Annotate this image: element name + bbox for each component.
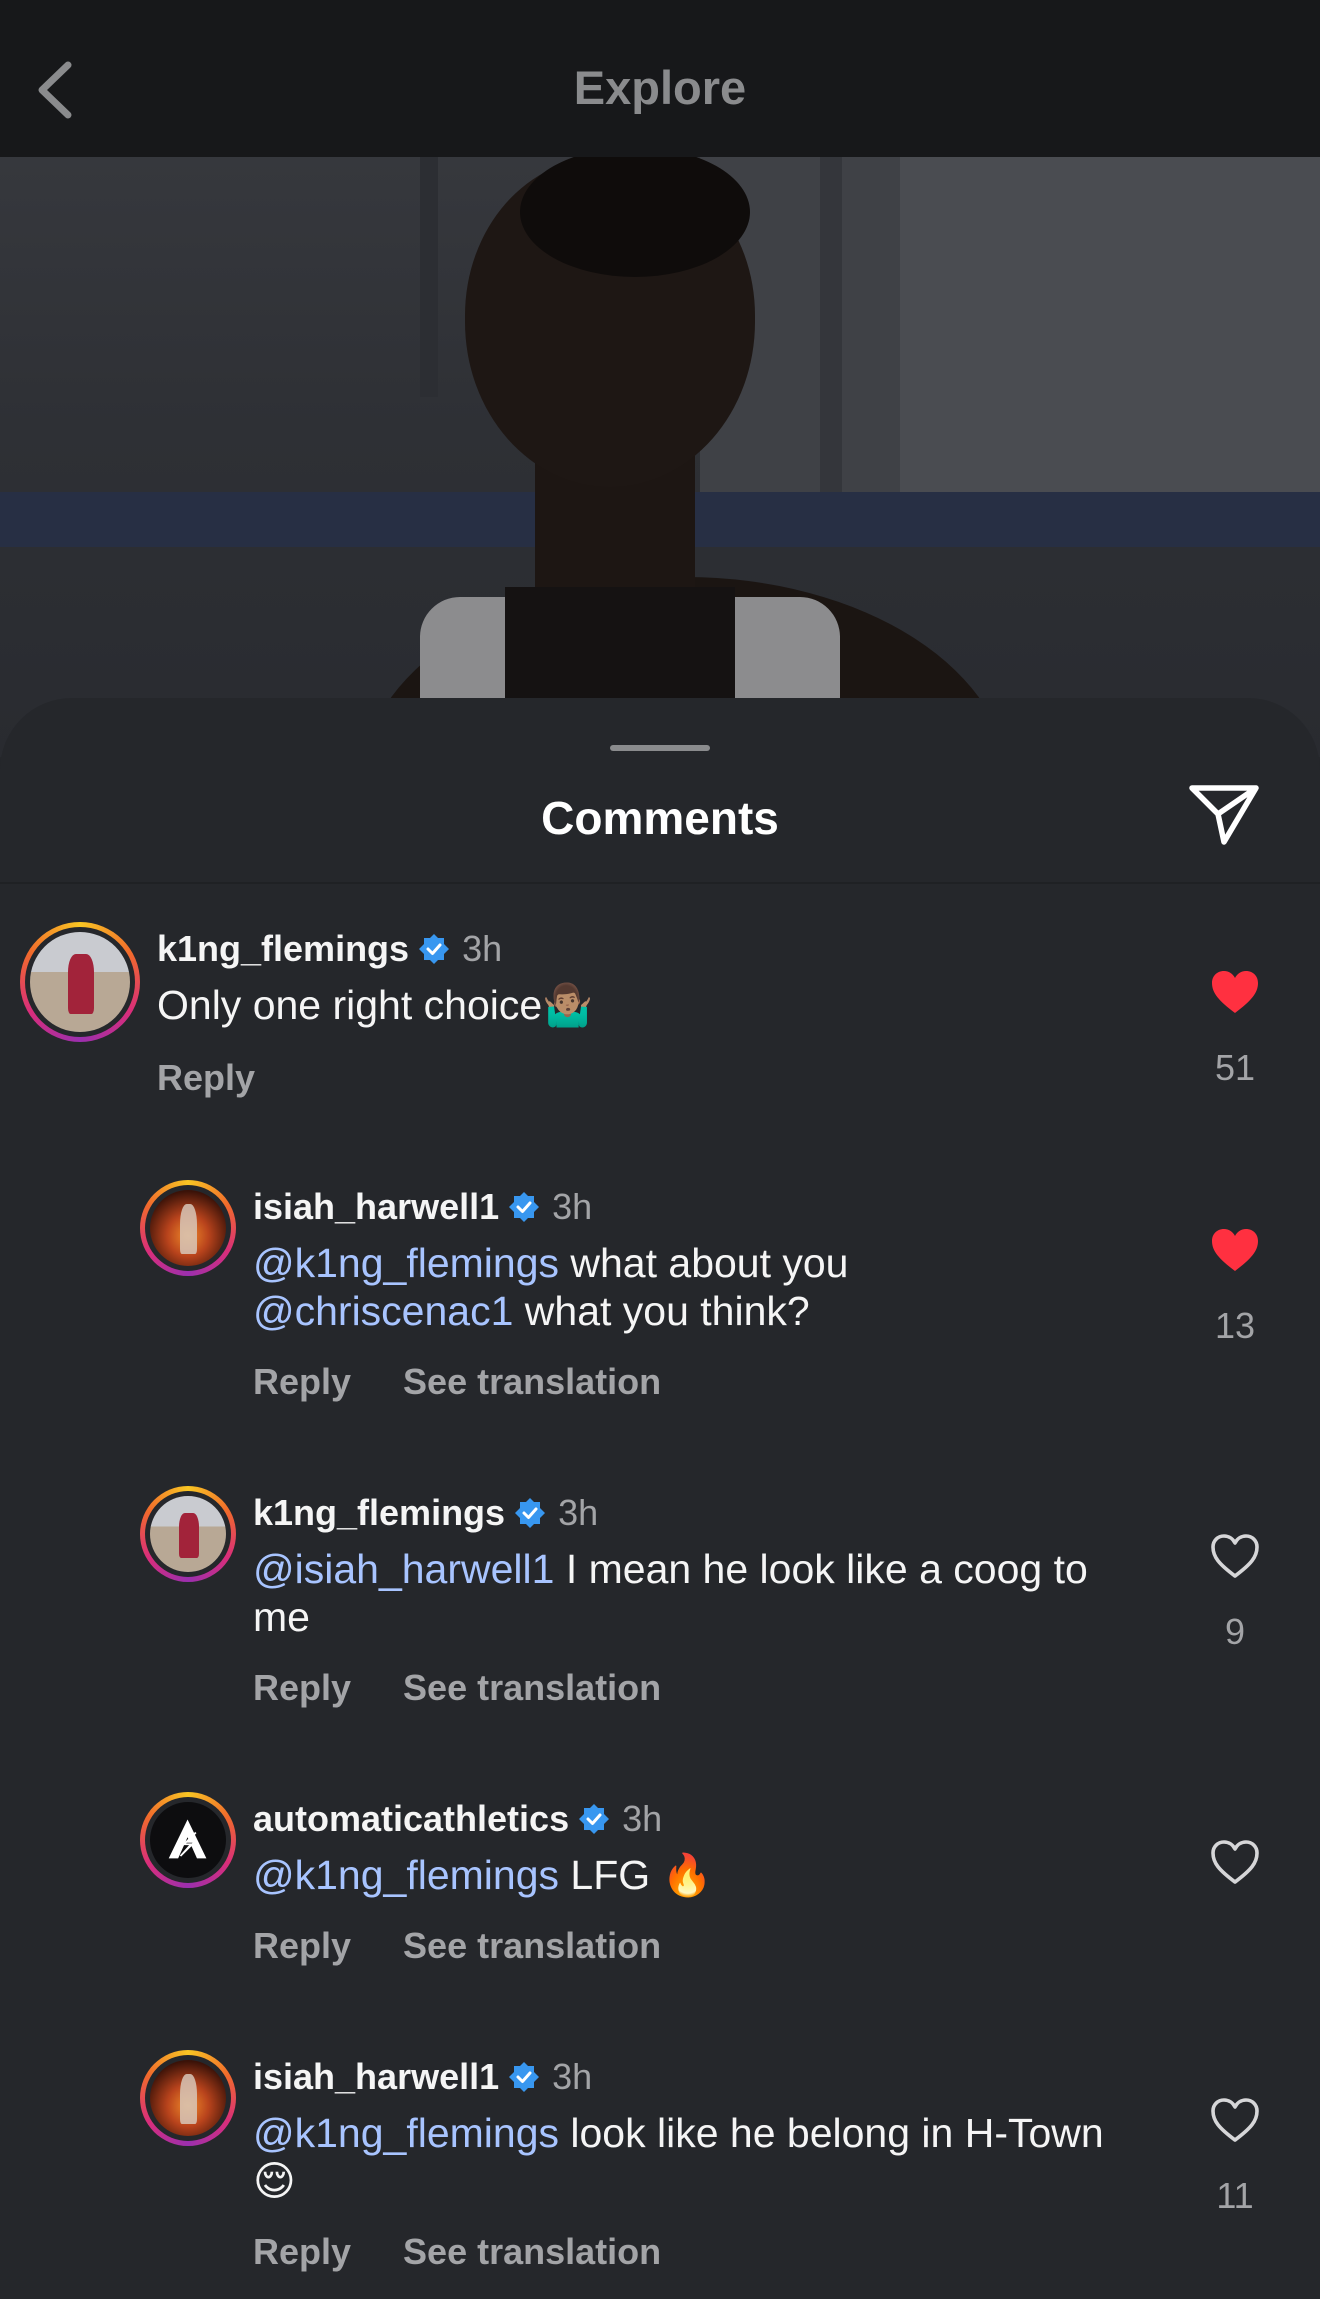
shrug-emoji: 🤷🏽‍♂️ <box>542 981 594 1029</box>
comment-username[interactable]: isiah_harwell1 <box>253 1186 499 1228</box>
comment-text: Only one right choice🤷🏽‍♂️ <box>157 981 593 1029</box>
like-button[interactable] <box>1205 1838 1265 1886</box>
comment-text: @k1ng_flemings what about you @chriscena… <box>253 1239 848 1335</box>
fire-emoji: 🔥 <box>661 1851 713 1899</box>
verified-badge-icon <box>418 933 450 965</box>
reply-button[interactable]: Reply <box>253 1925 351 1967</box>
comment-body: what about you <box>559 1240 849 1286</box>
see-translation-button[interactable]: See translation <box>403 2231 661 2273</box>
divider <box>0 882 1320 884</box>
comment-username[interactable]: k1ng_flemings <box>157 928 409 970</box>
avatar[interactable] <box>140 2050 236 2146</box>
comment-time: 3h <box>552 1186 593 1227</box>
top-nav-bar: Explore <box>0 0 1320 157</box>
comment-time: 3h <box>462 928 503 969</box>
post-photo <box>0 157 1320 757</box>
heart-outline-icon <box>1211 1534 1259 1578</box>
avatar[interactable] <box>140 1792 236 1888</box>
reply-button[interactable]: Reply <box>253 1667 351 1709</box>
reply-button[interactable]: Reply <box>253 2231 351 2273</box>
comment-body: me <box>253 1594 310 1640</box>
mention-link[interactable]: @isiah_harwell1 <box>253 1546 554 1592</box>
comment-username[interactable]: k1ng_flemings <box>253 1492 505 1534</box>
see-translation-button[interactable]: See translation <box>403 1361 661 1403</box>
mention-link[interactable]: @k1ng_flemings <box>253 1240 559 1286</box>
comment-time: 3h <box>552 2056 593 2097</box>
comment-text: @k1ng_flemings LFG 🔥 <box>253 1851 713 1899</box>
heart-filled-icon <box>1212 971 1258 1013</box>
comment-username[interactable]: automaticathletics <box>253 1798 569 1840</box>
like-button[interactable] <box>1205 1226 1265 1274</box>
reply-button[interactable]: Reply <box>157 1057 255 1099</box>
mention-link[interactable]: @k1ng_flemings <box>253 1852 559 1898</box>
comment-text: @k1ng_flemings look like he belong in H-… <box>253 2109 1104 2205</box>
nav-title: Explore <box>573 61 747 114</box>
verified-badge-icon <box>514 1497 546 1529</box>
comment-body: what you think? <box>513 1288 810 1334</box>
avatar[interactable] <box>140 1486 236 1582</box>
heart-filled-icon <box>1212 1229 1258 1271</box>
brand-logo-icon <box>169 1819 207 1859</box>
like-button[interactable] <box>1205 968 1265 1016</box>
relieved-emoji: 😌 <box>253 2157 296 2205</box>
verified-badge-icon <box>578 1803 610 1835</box>
comment-body: look like he belong in H-Town <box>559 2110 1104 2156</box>
avatar[interactable] <box>140 1180 236 1276</box>
heart-outline-icon <box>1211 1840 1259 1884</box>
verified-badge-icon <box>508 2061 540 2093</box>
comment-body: Only one right choice <box>157 982 543 1028</box>
sheet-grabber[interactable] <box>610 745 710 751</box>
comment-username[interactable]: isiah_harwell1 <box>253 2056 499 2098</box>
see-translation-button[interactable]: See translation <box>403 1925 661 1967</box>
mention-link[interactable]: @chriscenac1 <box>253 1288 513 1334</box>
heart-outline-icon <box>1211 2098 1259 2142</box>
send-icon <box>1189 785 1259 845</box>
comment-time: 3h <box>622 1798 663 1839</box>
reply-button[interactable]: Reply <box>253 1361 351 1403</box>
avatar[interactable] <box>20 922 140 1042</box>
share-button[interactable] <box>1186 780 1262 850</box>
like-count: 11 <box>1216 2175 1254 2216</box>
verified-badge-icon <box>508 1191 540 1223</box>
like-count: 9 <box>1224 1611 1246 1652</box>
comment-body: I mean he look like a coog to <box>554 1546 1088 1592</box>
like-button[interactable] <box>1205 2096 1265 2144</box>
comment-time: 3h <box>558 1492 599 1533</box>
comments-title: Comments <box>541 792 779 844</box>
comment-body: LFG <box>559 1852 662 1898</box>
comment-text: @isiah_harwell1 I mean he look like a co… <box>253 1545 1088 1641</box>
like-count: 51 <box>1214 1047 1256 1088</box>
like-count: 13 <box>1214 1305 1256 1346</box>
mention-link[interactable]: @k1ng_flemings <box>253 2110 559 2156</box>
see-translation-button[interactable]: See translation <box>403 1667 661 1709</box>
like-button[interactable] <box>1205 1532 1265 1580</box>
